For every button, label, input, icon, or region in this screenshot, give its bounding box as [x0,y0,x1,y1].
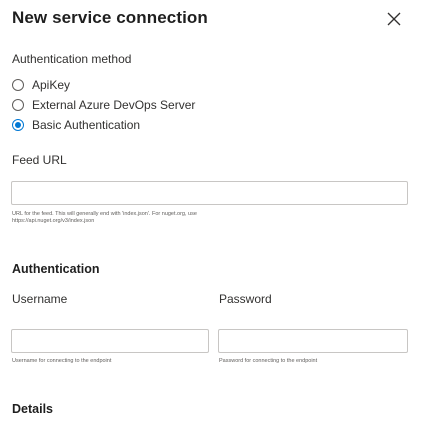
auth-method-label: Authentication method [12,52,132,66]
feed-url-input[interactable] [11,181,408,205]
radio-option-basic-authentication[interactable]: Basic Authentication [12,117,140,133]
close-icon [387,12,401,26]
radio-label: External Azure DevOps Server [32,98,196,112]
feed-url-label: Feed URL [12,153,67,167]
details-heading: Details [12,402,53,416]
dialog-title: New service connection [12,8,208,27]
radio-option-external-azure-devops-server[interactable]: External Azure DevOps Server [12,97,195,113]
username-label: Username [12,292,68,306]
feed-url-help-example: https://api.nuget.org/v3/index.json [12,218,95,224]
username-input[interactable] [11,329,209,353]
radio-label: ApiKey [32,78,71,92]
radio-option-apikey[interactable]: ApiKey [12,77,70,93]
password-label: Password [219,292,272,306]
radio-button[interactable] [12,79,24,91]
password-input[interactable] [218,329,408,353]
new-service-connection-dialog: New service connection Authentication me… [0,0,421,436]
authentication-heading: Authentication [12,262,100,276]
radio-label: Basic Authentication [32,118,141,132]
username-help-text: Username for connecting to the endpoint [12,358,112,364]
close-button[interactable] [384,9,404,29]
radio-button[interactable] [12,99,24,111]
radio-button-selected[interactable] [12,119,24,131]
password-help-text: Password for connecting to the endpoint [219,358,318,364]
